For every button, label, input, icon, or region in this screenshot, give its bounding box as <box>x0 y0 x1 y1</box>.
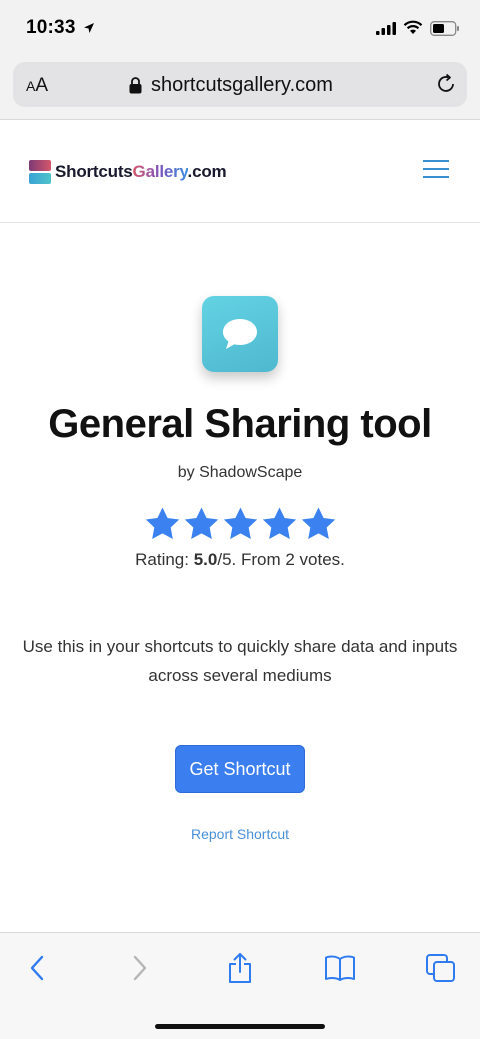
browser-toolbar <box>0 932 480 1039</box>
logo-mark-icon <box>29 160 51 184</box>
reload-icon[interactable] <box>435 73 457 100</box>
lock-icon <box>129 77 142 99</box>
rating-text: Rating: 5.0/5. From 2 votes. <box>135 550 345 569</box>
battery-icon <box>430 21 460 41</box>
text-size-button[interactable]: AA <box>26 75 48 97</box>
star-icon[interactable] <box>261 506 298 542</box>
star-icon[interactable] <box>222 506 259 542</box>
speech-bubble-icon <box>202 296 278 372</box>
share-icon[interactable] <box>220 951 260 985</box>
star-icon[interactable] <box>183 506 220 542</box>
star-icon[interactable] <box>144 506 181 542</box>
logo-text: ShortcutsGallery.com <box>55 162 227 181</box>
status-bar: 10:33 <box>0 0 480 58</box>
hamburger-menu-icon[interactable] <box>423 159 449 184</box>
browser-address-area: AA shortcutsgallery.com <box>0 58 480 120</box>
site-header: ShortcutsGallery.com <box>0 121 480 223</box>
rating-stars[interactable] <box>144 506 337 542</box>
shortcut-title: General Sharing tool <box>48 402 432 446</box>
home-indicator <box>155 1024 325 1029</box>
tabs-icon[interactable] <box>421 951 461 985</box>
shortcut-description: Use this in your shortcuts to quickly sh… <box>22 637 458 685</box>
forward-icon[interactable] <box>120 951 160 985</box>
back-icon[interactable] <box>17 951 57 985</box>
status-time: 10:33 <box>26 17 76 38</box>
bookmarks-icon[interactable] <box>320 951 360 985</box>
shortcut-author: by ShadowScape <box>177 464 303 481</box>
report-shortcut-link[interactable]: Report Shortcut <box>0 826 480 842</box>
wifi-icon <box>403 20 423 40</box>
shortcut-detail: General Sharing tool by ShadowScape Rati… <box>0 224 480 932</box>
site-logo[interactable]: ShortcutsGallery.com <box>29 160 227 184</box>
url-bar[interactable]: AA shortcutsgallery.com <box>13 62 467 107</box>
signal-icon <box>376 22 396 40</box>
url-text[interactable]: shortcutsgallery.com <box>151 74 333 97</box>
get-shortcut-button[interactable]: Get Shortcut <box>175 745 305 793</box>
star-icon[interactable] <box>300 506 337 542</box>
rating-value: 5.0 <box>193 550 218 569</box>
location-arrow-icon <box>83 21 95 39</box>
